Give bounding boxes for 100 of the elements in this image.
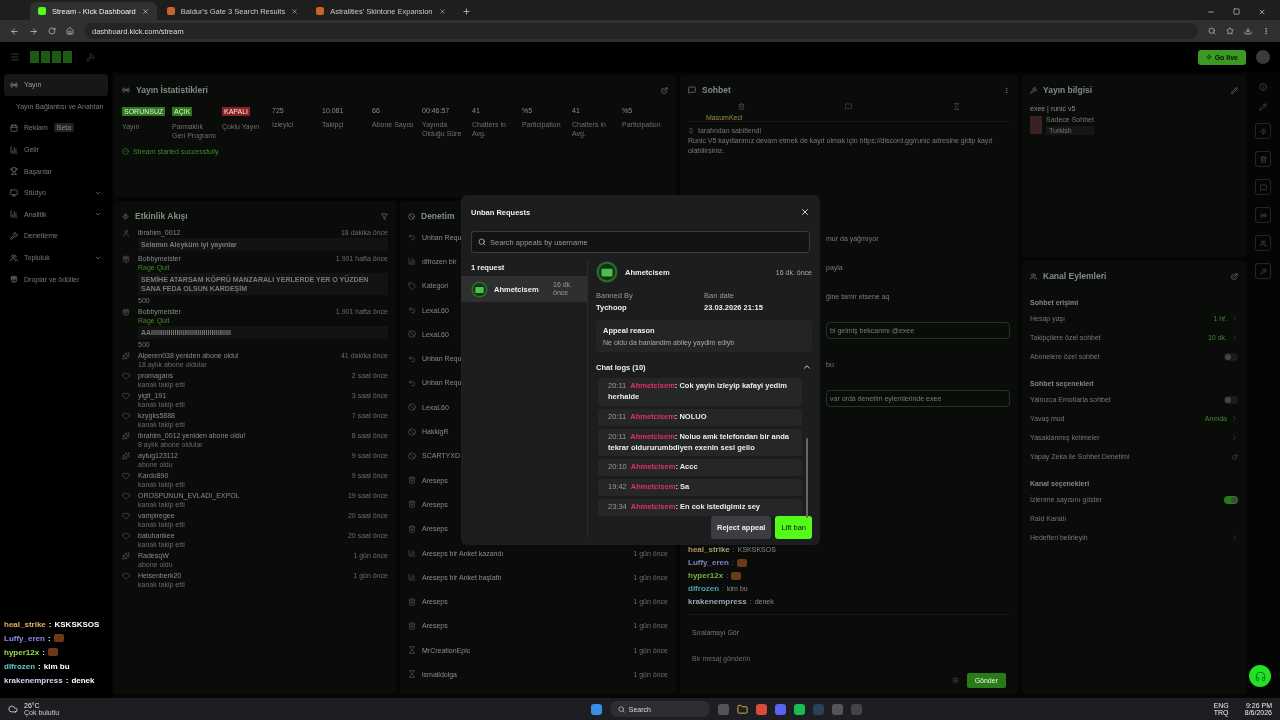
emote-icon [731,571,742,580]
trash-button[interactable] [1255,151,1271,167]
popout-icon[interactable] [661,86,668,94]
edit-icon[interactable] [1231,86,1238,94]
chat-icon[interactable] [845,103,853,110]
activity-icon [122,229,130,237]
chevron-icon[interactable] [1231,315,1238,322]
chat-username: Luffy_eren [688,558,729,567]
activity-icon [122,532,130,541]
moderation-icon [408,378,416,387]
chat-username: krakenempress [4,675,63,685]
moderation-icon [408,451,416,460]
moderation-icon [408,233,416,242]
chat-separator: : [38,661,41,671]
app-icon[interactable] [793,703,805,715]
bolt-icon [1205,54,1212,60]
close-icon[interactable] [438,7,446,15]
chat-username: Luffy_eren [4,633,45,643]
avatar-icon[interactable] [1256,50,1270,64]
panel-title: Yayın bilgisi [1043,85,1093,95]
nav-icon [10,275,18,284]
close-icon[interactable] [291,7,299,15]
emote-icon [736,558,747,567]
home-icon[interactable] [66,27,74,35]
collapse-icon[interactable] [802,362,812,372]
hammer-icon[interactable] [86,52,95,62]
chevron-icon[interactable] [1231,334,1238,341]
chat-separator: : [65,675,69,685]
panel-title: Sohbet [702,85,731,95]
help-button[interactable] [1249,665,1271,687]
moderation-icon [408,573,416,582]
download-icon[interactable] [1244,27,1252,35]
moderation-icon [408,281,416,290]
minimize-icon[interactable] [1207,8,1215,16]
moderation-icon [408,549,416,557]
broadcast-button[interactable] [1255,207,1271,223]
info-icon[interactable] [1259,83,1267,91]
chat-username: dlfrozen [4,661,36,671]
chat-button[interactable] [1255,179,1271,195]
wrench-icon [1030,86,1037,94]
nav-icon [10,253,18,262]
weather-icon [8,704,18,714]
app-icon[interactable] [755,703,767,715]
search-icon[interactable] [1208,27,1216,35]
close-icon[interactable] [141,7,149,15]
trash-icon[interactable] [738,103,746,110]
hourglass-icon[interactable] [952,103,960,110]
chevron-icon[interactable] [1231,434,1238,441]
toggle-switch[interactable] [1224,395,1238,404]
channel-icon [1030,272,1037,280]
chat-icon [1259,183,1267,191]
star-icon[interactable] [1226,27,1234,35]
chat-username: hyper12x [688,571,724,580]
start-icon[interactable] [590,703,602,715]
edit-icon[interactable] [1259,103,1267,111]
chat-separator: : [42,647,45,657]
forward-icon[interactable] [29,26,38,36]
chevron-icon[interactable] [1231,534,1238,541]
users-button[interactable] [1255,235,1271,251]
avatar-icon [471,280,488,298]
moderation-icon [408,306,416,315]
chat-text: denek [71,675,95,685]
moderation-icon [408,476,416,485]
maximize-icon[interactable] [1233,8,1240,15]
chevron-icon[interactable] [1231,415,1238,422]
chat-separator: : [48,619,52,629]
menu-icon[interactable] [1262,27,1270,35]
search-icon [617,705,625,713]
popout-icon[interactable] [1231,272,1238,280]
wrench-icon [1259,267,1267,275]
new-tab-icon[interactable] [461,7,471,16]
chat-icon [688,86,696,94]
broadcast-icon [122,86,130,94]
chat-username: krakenempress [688,597,747,606]
folder-icon[interactable] [736,703,748,715]
activity-icon [122,255,130,264]
panel-title: Etkinlik Akışı [135,211,188,221]
wrench-button[interactable] [1255,263,1271,279]
close-icon[interactable] [800,207,810,217]
chat-username: hyper12x [4,647,40,657]
external-link-icon[interactable] [1232,453,1238,460]
panel-title: Denetim [421,211,455,221]
filter-icon[interactable] [381,212,388,220]
activity-icon [122,432,130,441]
moderation-icon [408,403,416,412]
chat-username: dlfrozen [688,584,720,593]
back-icon[interactable] [10,26,19,36]
nav-icon [10,188,18,197]
reload-icon[interactable] [48,27,56,35]
app-icon[interactable] [774,703,786,715]
activity-icon [122,372,130,381]
settings-icon[interactable] [951,677,959,684]
avatar-icon [596,261,618,283]
activity-icon [122,552,130,561]
activity-icon [122,352,130,361]
toggle-switch[interactable] [1224,352,1238,361]
close-icon[interactable] [1258,8,1266,16]
moderation-icon [408,257,416,266]
toggle-switch[interactable] [1224,495,1238,504]
check-icon [122,148,129,156]
